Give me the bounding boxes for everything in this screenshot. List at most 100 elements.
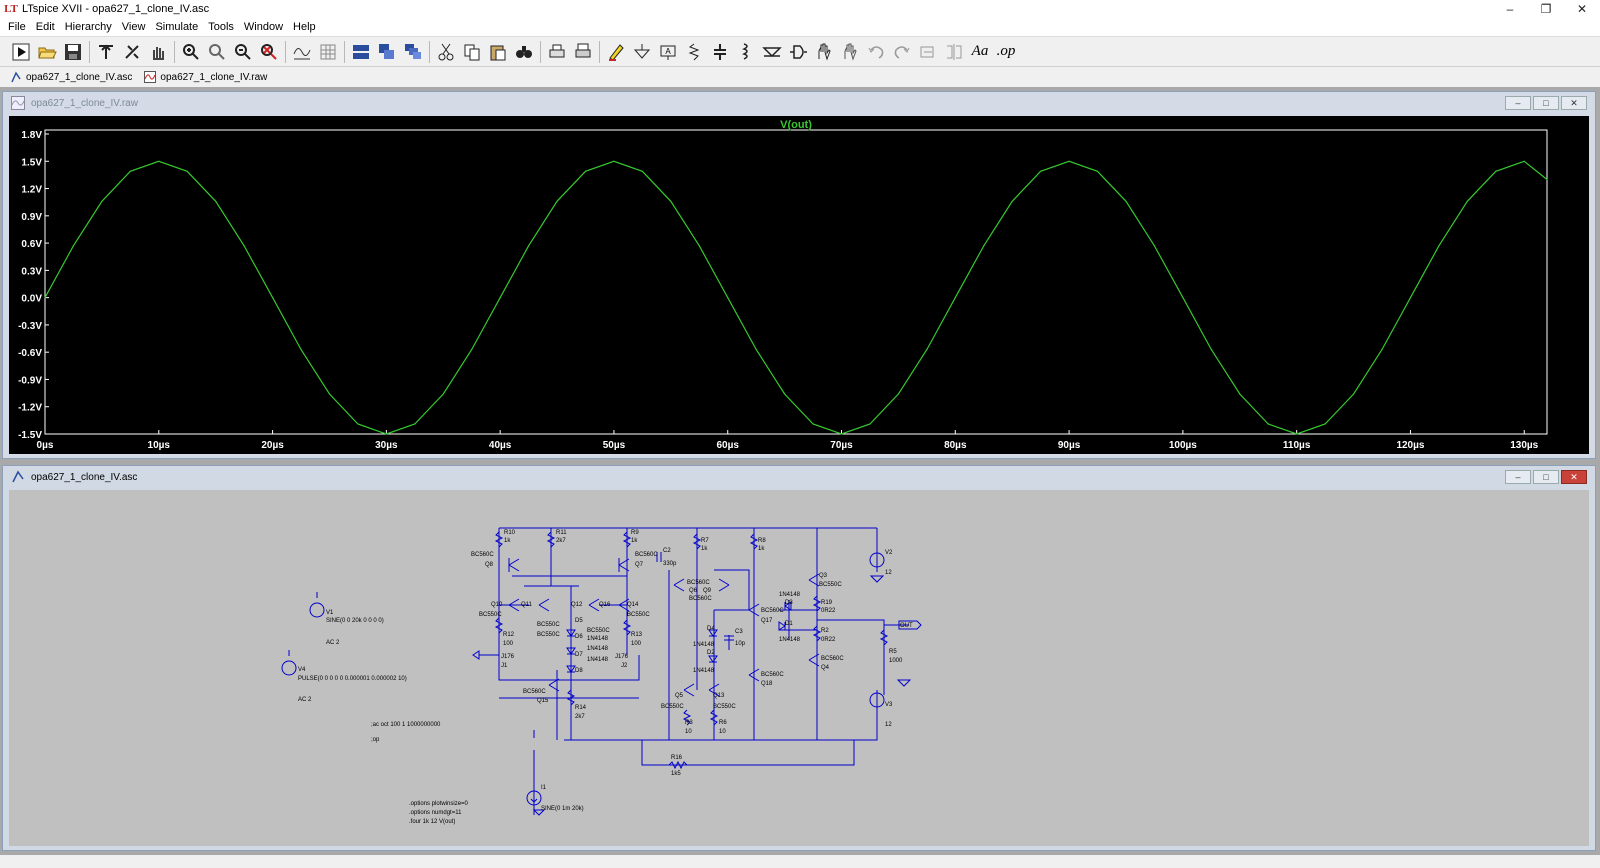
menu-simulate[interactable]: Simulate	[150, 18, 203, 36]
Q13: Q13	[713, 693, 725, 699]
print-setup-icon[interactable]	[570, 39, 596, 65]
cascade-icon[interactable]	[400, 39, 426, 65]
data-point	[1546, 178, 1548, 181]
y-tick-label: -0.3V	[18, 321, 42, 332]
Q6Q9-type: BC560C	[687, 580, 710, 586]
options-numdgt: .options numdgt=11	[409, 810, 462, 816]
pencil-icon[interactable]	[603, 39, 629, 65]
menu-tools[interactable]: Tools	[203, 18, 239, 36]
schematic-maximize-button[interactable]: □	[1533, 470, 1559, 484]
move-icon[interactable]	[811, 39, 837, 65]
autorange-icon[interactable]	[289, 39, 315, 65]
close-button[interactable]: ✕	[1564, 0, 1600, 18]
data-point	[641, 170, 644, 172]
waveform-maximize-button[interactable]: □	[1533, 96, 1559, 110]
data-point	[1495, 170, 1497, 172]
restore-button[interactable]: ❐	[1528, 0, 1564, 18]
D5-type: 1N4148	[587, 636, 609, 642]
undo-icon[interactable]	[863, 39, 889, 65]
zoom-out-icon[interactable]	[230, 39, 256, 65]
grid-icon[interactable]	[315, 39, 341, 65]
R6-value: 10	[719, 729, 726, 735]
tab-waveform[interactable]: opa627_1_clone_IV.raw	[140, 68, 275, 86]
y-tick-label: -0.6V	[18, 348, 42, 359]
mirror-icon[interactable]	[941, 39, 967, 65]
run-icon[interactable]	[8, 39, 34, 65]
rotate-icon[interactable]	[915, 39, 941, 65]
data-point	[1466, 200, 1468, 202]
R3: R3	[685, 720, 693, 726]
R10: R10	[504, 530, 516, 536]
status-text	[0, 856, 4, 866]
label-icon[interactable]: A	[655, 39, 681, 65]
menu-file[interactable]: File	[3, 18, 31, 36]
component-icon[interactable]	[785, 39, 811, 65]
D7: D7	[575, 652, 583, 658]
mdi-workspace: opa627_1_clone_IV.raw – □ ✕ V(out) 1.8V 1.…	[0, 87, 1600, 855]
menu-view[interactable]: View	[117, 18, 151, 36]
data-point	[869, 423, 871, 425]
pan-icon[interactable]	[145, 39, 171, 65]
waveform-close-button[interactable]: ✕	[1561, 96, 1587, 110]
spice-directive-icon[interactable]: .op	[993, 39, 1019, 65]
schematic-canvas[interactable]: R10 1k R11 2k7 R9 1k C2 330p R7 1k R8 1k…	[9, 490, 1589, 846]
print-icon[interactable]	[544, 39, 570, 65]
find-icon[interactable]	[511, 39, 537, 65]
plot-canvas[interactable]: V(out) 1.8V 1.5V 1.2V 0.9V 0.6V 0.3V 0.0V -0.3V -…	[9, 116, 1589, 454]
C3-value: 10p	[735, 641, 746, 647]
D5: D5	[575, 618, 583, 624]
data-point	[983, 245, 985, 247]
copy-icon[interactable]	[459, 39, 485, 65]
paste-icon[interactable]	[485, 39, 511, 65]
x-tick-label: 60µs	[717, 440, 740, 451]
inductor-icon[interactable]	[733, 39, 759, 65]
redo-icon[interactable]	[889, 39, 915, 65]
tile-horizontal-icon[interactable]	[348, 39, 374, 65]
capacitor-icon[interactable]	[707, 39, 733, 65]
waveform-minimize-button[interactable]: –	[1505, 96, 1531, 110]
R14-value: 2k7	[575, 714, 585, 720]
cut-icon[interactable]	[433, 39, 459, 65]
text-icon[interactable]: Aa	[967, 39, 993, 65]
R16: R16	[671, 755, 683, 761]
zoom-in-icon[interactable]	[178, 39, 204, 65]
R10-value: 1k	[504, 538, 511, 544]
I1: I1	[541, 785, 547, 791]
V4: V4	[298, 667, 306, 673]
resistor-icon[interactable]	[681, 39, 707, 65]
open-icon[interactable]	[34, 39, 60, 65]
op-directive: ;op	[371, 737, 380, 743]
diode-icon[interactable]	[759, 39, 785, 65]
zoom-cancel-icon[interactable]	[256, 39, 282, 65]
R3-value: 10	[685, 729, 692, 735]
tile-vertical-icon[interactable]	[374, 39, 400, 65]
control-panel-icon[interactable]	[93, 39, 119, 65]
menu-help[interactable]: Help	[288, 18, 321, 36]
halt-icon[interactable]	[119, 39, 145, 65]
drag-icon[interactable]	[837, 39, 863, 65]
schematic-window-titlebar[interactable]: opa627_1_clone_IV.asc	[3, 466, 1595, 488]
toolbar-separator	[599, 40, 600, 63]
save-icon[interactable]	[60, 39, 86, 65]
menu-edit[interactable]: Edit	[31, 18, 60, 36]
data-point	[613, 160, 615, 162]
R6: R6	[719, 720, 727, 726]
schematic-minimize-button[interactable]: –	[1505, 470, 1531, 484]
minimize-button[interactable]: –	[1492, 0, 1528, 18]
menu-window[interactable]: Window	[239, 18, 288, 36]
menu-hierarchy[interactable]: Hierarchy	[60, 18, 117, 36]
waveform-plot[interactable]: V(out) 1.8V 1.5V 1.2V 0.9V 0.6V 0.3V 0.0V -0.3V -…	[9, 116, 1589, 454]
data-point	[528, 245, 530, 247]
schematic-drawing[interactable]: R10 1k R11 2k7 R9 1k C2 330p R7 1k R8 1k…	[9, 490, 1589, 846]
R12: R12	[503, 632, 515, 638]
zoom-full-icon[interactable]	[204, 39, 230, 65]
ground-icon[interactable]	[629, 39, 655, 65]
tab-schematic[interactable]: opa627_1_clone_IV.asc	[6, 68, 140, 86]
toolbar-separator	[174, 40, 175, 63]
waveform-window-titlebar[interactable]: opa627_1_clone_IV.raw	[3, 92, 1595, 114]
trace-vout	[44, 160, 1548, 435]
schematic-close-button[interactable]: ✕	[1561, 470, 1587, 484]
title-bar: LT LTspice XVII - opa627_1_clone_IV.asc …	[0, 0, 1600, 18]
x-tick-label: 130µs	[1510, 440, 1538, 451]
Q13-type: BC550C	[713, 704, 736, 710]
